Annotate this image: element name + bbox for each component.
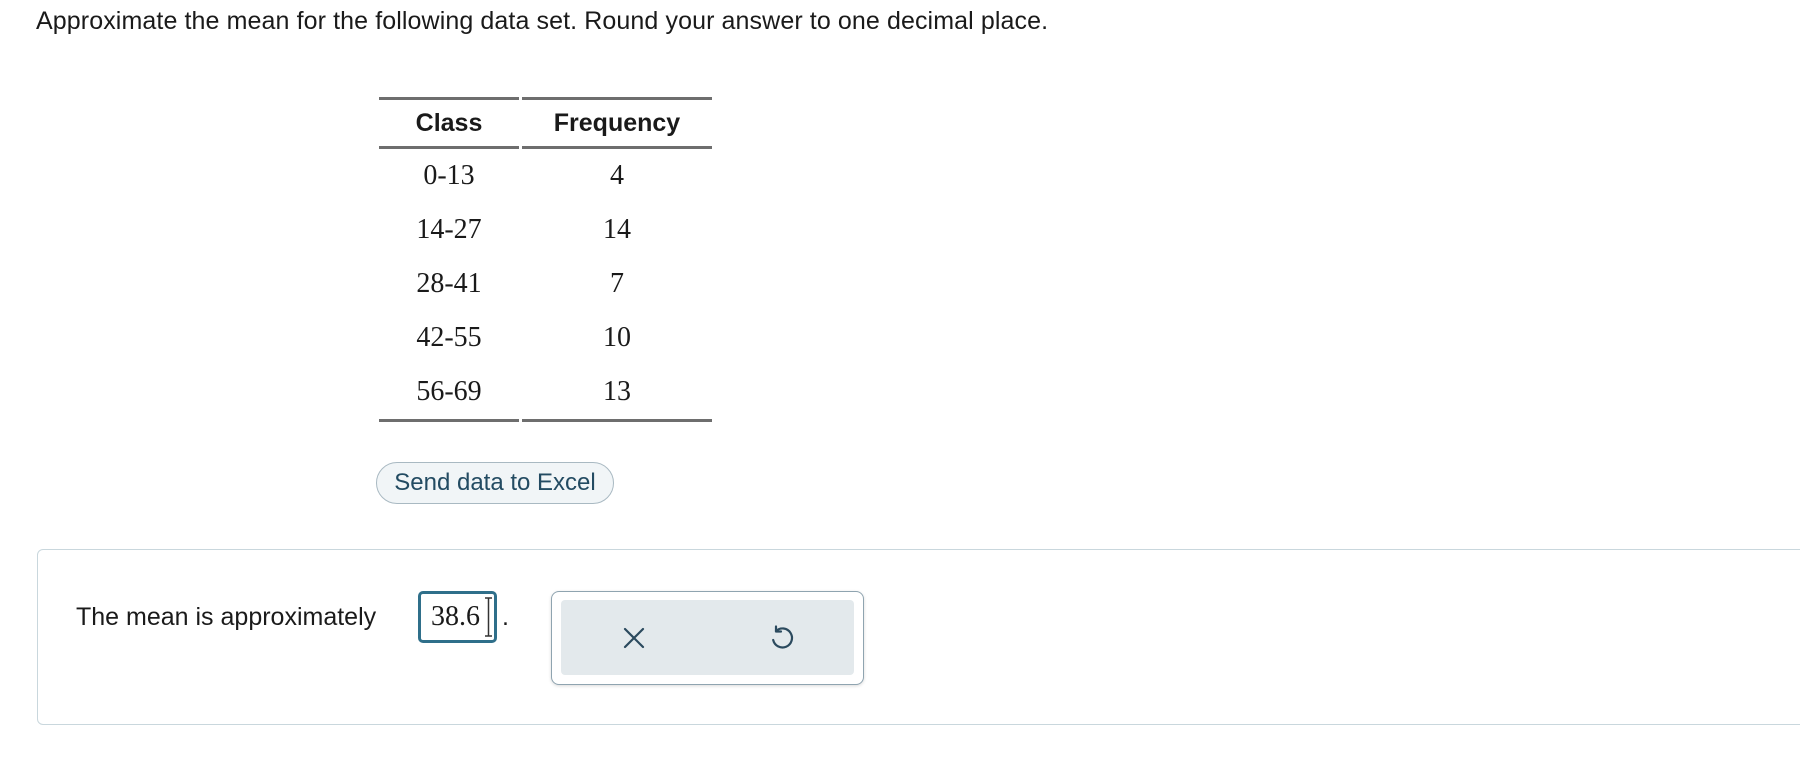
table-row: 28-41 7 bbox=[379, 257, 712, 311]
answer-tools-bar bbox=[561, 600, 854, 675]
table-row: 0-13 4 bbox=[379, 149, 712, 203]
class-cell: 28-41 bbox=[416, 268, 482, 299]
class-cell: 56-69 bbox=[379, 365, 519, 422]
answer-panel bbox=[37, 549, 1800, 725]
answer-period: . bbox=[502, 603, 509, 631]
text-cursor-icon bbox=[485, 597, 492, 637]
class-cell: 0-13 bbox=[423, 160, 475, 191]
x-icon bbox=[623, 627, 645, 648]
frequency-cell: 14 bbox=[603, 214, 631, 245]
frequency-cell: 4 bbox=[610, 160, 624, 191]
frequency-cell: 13 bbox=[522, 365, 712, 422]
frequency-cell: 7 bbox=[610, 268, 624, 299]
answer-label: The mean is approximately bbox=[76, 603, 377, 631]
header-frequency: Frequency bbox=[522, 97, 712, 149]
header-class: Class bbox=[379, 97, 519, 149]
class-cell: 14-27 bbox=[416, 214, 482, 245]
clear-button[interactable] bbox=[561, 600, 707, 675]
question-text: Approximate the mean for the following d… bbox=[36, 7, 1049, 35]
frequency-cell: 10 bbox=[603, 322, 631, 353]
class-cell: 42-55 bbox=[416, 322, 482, 353]
table-header-row: Class Frequency bbox=[379, 97, 712, 149]
table-row: 56-69 13 bbox=[379, 365, 712, 422]
send-to-excel-button[interactable]: Send data to Excel bbox=[376, 462, 614, 504]
undo-icon bbox=[772, 624, 794, 649]
undo-button[interactable] bbox=[708, 600, 854, 675]
table-row: 42-55 10 bbox=[379, 311, 712, 365]
answer-tools bbox=[551, 591, 864, 685]
data-table: Class Frequency 0-13 4 14-27 14 28-41 7 … bbox=[379, 97, 712, 422]
table-row: 14-27 14 bbox=[379, 203, 712, 257]
